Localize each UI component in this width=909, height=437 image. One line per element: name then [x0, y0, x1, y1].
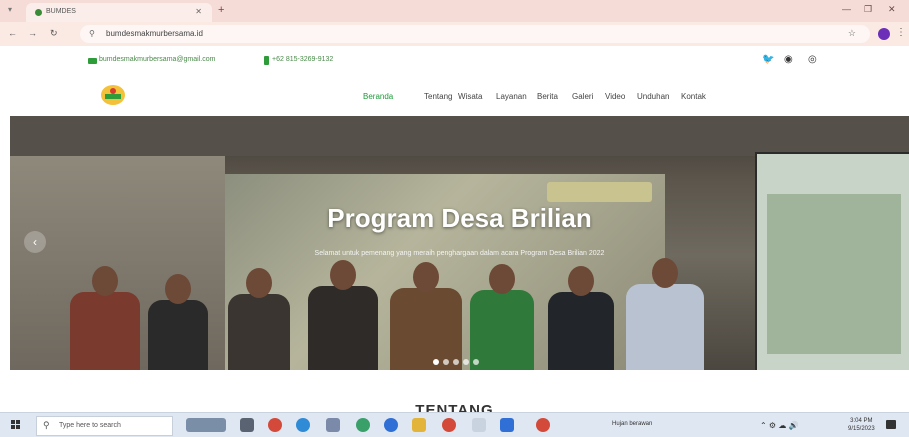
photo-person-head: [246, 268, 272, 298]
nav-item-layanan[interactable]: Layanan: [496, 92, 527, 101]
photo-person-head: [652, 258, 678, 288]
system-clock[interactable]: 3:04 PM 9/15/2023: [848, 417, 875, 433]
weather-status[interactable]: Hujan berawan: [612, 421, 652, 427]
hero-subtitle: Selamat untuk pemenang yang meraih pengh…: [314, 250, 605, 257]
nav-item-unduhan[interactable]: Unduhan: [637, 92, 669, 101]
photo-person-head: [413, 262, 439, 292]
nav-item-galeri[interactable]: Galeri: [572, 92, 593, 101]
forward-icon[interactable]: →: [28, 28, 37, 38]
search-icon: ⚲: [43, 420, 50, 430]
tab-search-icon[interactable]: ▾: [8, 5, 12, 14]
minimize-icon[interactable]: —: [842, 4, 851, 14]
hero-carousel: Program Desa Brilian Selamat untuk pemen…: [10, 116, 909, 370]
chrome-profile-icon[interactable]: [442, 418, 456, 432]
back-icon[interactable]: ←: [8, 28, 17, 38]
taskbar-search-placeholder: Type here to search: [59, 422, 121, 429]
menu-icon[interactable]: ⋮: [896, 27, 906, 38]
bookmark-star-icon[interactable]: ☆: [848, 28, 856, 39]
about-section: TENTANG: [0, 370, 909, 419]
contact-bar: bumdesmakmurbersama@gmail.com +62 815-32…: [0, 46, 909, 76]
clock-date: 9/15/2023: [848, 426, 875, 432]
tray-icons[interactable]: ⌃ ⚙ ☁ 🔊: [760, 421, 799, 430]
contact-email[interactable]: bumdesmakmurbersama@gmail.com: [99, 56, 215, 63]
browser-tab[interactable]: BUMDES ✕: [26, 3, 212, 22]
photo-person-head: [92, 266, 118, 296]
chrome-icon-2[interactable]: [536, 418, 550, 432]
carousel-dot[interactable]: [453, 359, 459, 365]
weather-widget-icon[interactable]: [186, 418, 226, 432]
carousel-dot[interactable]: [473, 359, 479, 365]
close-window-icon[interactable]: ✕: [888, 4, 896, 15]
taskbar: ⚲ Type here to search Hujan berawan ⌃ ⚙ …: [0, 412, 909, 437]
file-explorer-icon[interactable]: [412, 418, 426, 432]
site-info-icon[interactable]: ⚲: [89, 29, 95, 38]
photo-person-head: [568, 266, 594, 296]
new-tab-button[interactable]: +: [218, 4, 224, 16]
photo-person: [148, 300, 208, 370]
app-icon-2[interactable]: [472, 418, 486, 432]
store-icon[interactable]: [326, 418, 340, 432]
restore-icon[interactable]: ❐: [864, 4, 872, 15]
hero-photo-ceiling: [10, 116, 909, 156]
bumdes-logo-icon[interactable]: [100, 83, 126, 107]
photo-person-head: [165, 274, 191, 304]
hero-photo-badge: [547, 182, 652, 202]
phone-icon: [264, 56, 269, 65]
carousel-indicators: [431, 352, 481, 370]
profile-avatar[interactable]: [878, 28, 890, 40]
clock-time: 3:04 PM: [850, 418, 873, 424]
photo-person-head: [489, 264, 515, 294]
site-header: Beranda Tentang Wisata Layanan Berita Galeri V…: [0, 76, 909, 116]
hero-photo-people: [60, 258, 780, 370]
browser-app-icon[interactable]: [356, 418, 370, 432]
twitter-icon[interactable]: 🐦: [762, 54, 774, 65]
windows-start-icon[interactable]: [11, 420, 21, 430]
close-tab-icon[interactable]: ✕: [195, 7, 202, 16]
address-url[interactable]: bumdesmakmurbersama.id: [106, 29, 203, 38]
photo-person: [626, 284, 704, 370]
nav-item-kontak[interactable]: Kontak: [681, 92, 706, 101]
photo-person-head: [330, 260, 356, 290]
nav-item-tentang[interactable]: Tentang: [424, 92, 452, 101]
nav-item-berita[interactable]: Berita: [537, 92, 558, 101]
task-view-icon[interactable]: [240, 418, 254, 432]
hero-title: Program Desa Brilian: [327, 203, 592, 233]
browser-toolbar: ← → ↻ ⚲ bumdesmakmurbersama.id ☆ ⋮: [0, 22, 909, 46]
photo-person: [548, 292, 614, 370]
carousel-dot[interactable]: [443, 359, 449, 365]
photo-person: [70, 292, 140, 370]
address-bar[interactable]: ⚲ bumdesmakmurbersama.id ☆: [80, 25, 870, 43]
carousel-dot[interactable]: [433, 359, 439, 365]
browser-tab-strip: ▾ BUMDES ✕ + — ❐ ✕: [0, 0, 909, 22]
chrome-icon[interactable]: [268, 418, 282, 432]
contact-phone[interactable]: +62 815-3269-9132: [272, 56, 333, 63]
word-icon[interactable]: [500, 418, 514, 432]
tab-title: BUMDES: [46, 8, 76, 15]
nav-item-video[interactable]: Video: [605, 92, 625, 101]
nav-item-wisata[interactable]: Wisata: [458, 92, 482, 101]
app-icon[interactable]: [384, 418, 398, 432]
favicon-icon: [35, 9, 42, 16]
edge-icon[interactable]: [296, 418, 310, 432]
carousel-prev-icon[interactable]: ‹: [24, 231, 46, 253]
notification-icon[interactable]: [886, 420, 896, 429]
email-icon: [88, 58, 97, 64]
taskbar-search-input[interactable]: ⚲ Type here to search: [36, 416, 173, 436]
instagram-icon[interactable]: ◎: [808, 54, 817, 65]
facebook-icon[interactable]: ◉: [784, 54, 793, 65]
photo-person: [308, 286, 378, 370]
nav-item-beranda[interactable]: Beranda: [363, 92, 393, 101]
reload-icon[interactable]: ↻: [50, 28, 58, 39]
photo-person: [228, 294, 290, 370]
carousel-dot[interactable]: [463, 359, 469, 365]
